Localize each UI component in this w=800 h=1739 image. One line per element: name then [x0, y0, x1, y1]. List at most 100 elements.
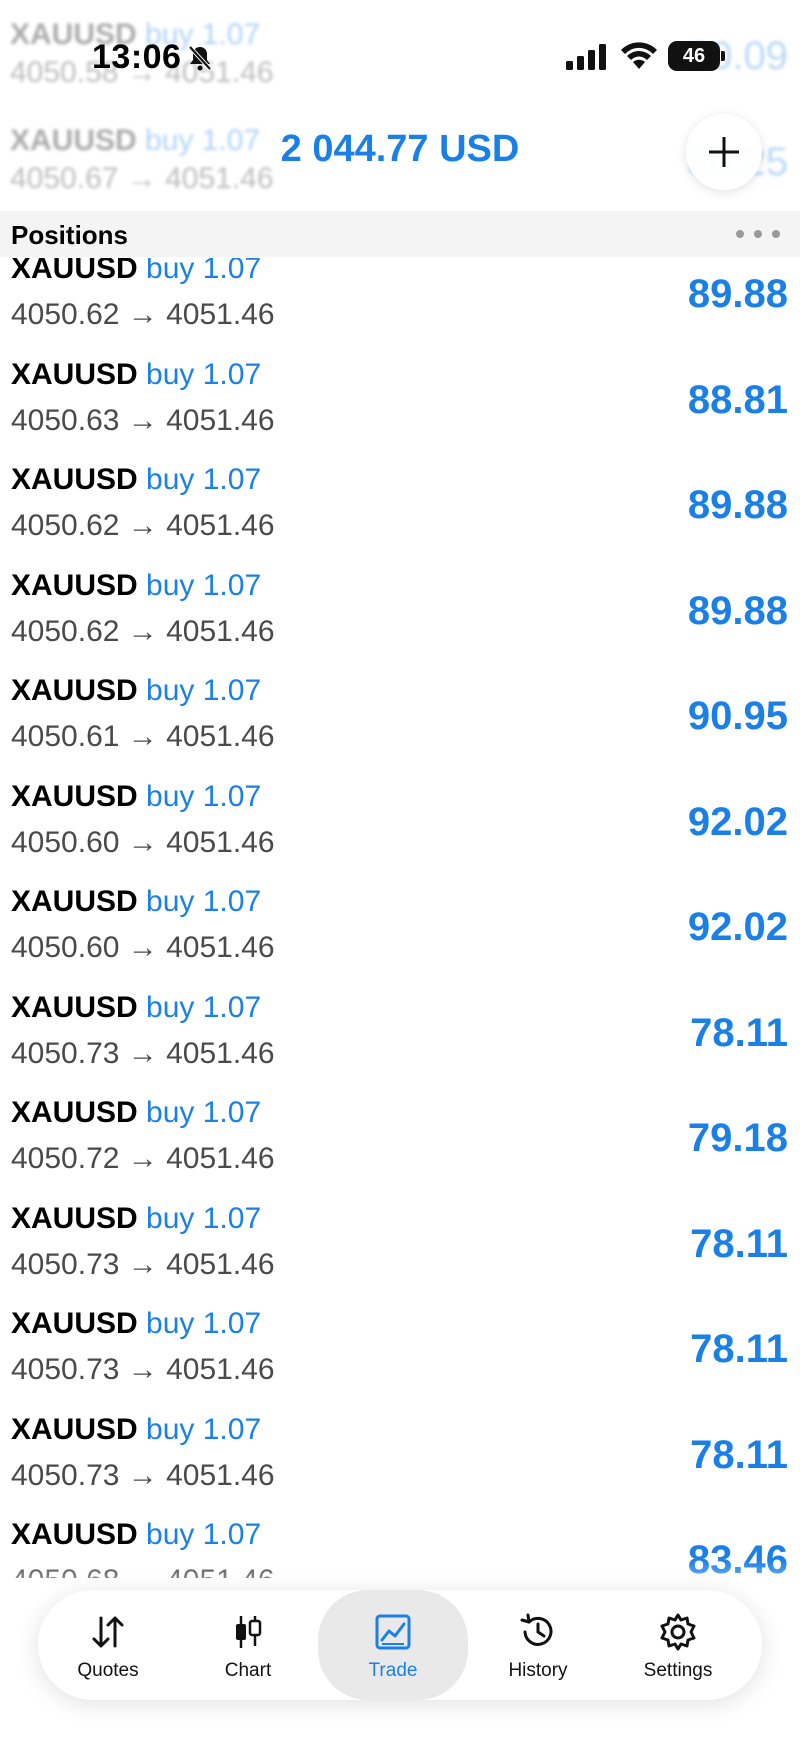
- tab-label: Trade: [368, 1660, 418, 1681]
- position-prices: 4050.73 → 4051.46: [11, 1458, 275, 1492]
- position-side: buy 1.07: [146, 1518, 262, 1551]
- position-symbol: XAUUSD: [11, 1412, 138, 1446]
- position-prices: 4050.61 → 4051.46: [11, 720, 275, 753]
- position-row[interactable]: XAUUSD buy 1.07 4050.73 → 4051.46 78.11: [0, 1188, 800, 1294]
- position-profit: 90.95: [687, 694, 788, 738]
- position-symbol: XAUUSD: [11, 568, 138, 602]
- position-symbol: XAUUSD: [11, 1518, 138, 1551]
- trade-icon: [375, 1614, 411, 1650]
- battery-cap: [721, 51, 725, 61]
- position-profit: 89.88: [687, 483, 788, 527]
- more-dot-icon: [754, 230, 762, 238]
- position-symbol: XAUUSD: [11, 674, 138, 707]
- position-side: buy 1.07: [146, 258, 262, 285]
- position-prices: 4050.60 → 4051.46: [11, 931, 275, 964]
- position-row[interactable]: XAUUSD buy 1.07 4050.63 → 4051.46 88.81: [0, 344, 800, 450]
- tab-label: Chart: [224, 1660, 272, 1681]
- position-prices: 4050.62 → 4051.46: [11, 298, 275, 331]
- position-title: XAUUSD buy 1.07: [11, 991, 261, 1025]
- position-title: XAUUSD buy 1.07: [11, 569, 261, 603]
- tab-bar: Quotes Chart Trade History Settings: [38, 1590, 762, 1700]
- tab-settings[interactable]: Settings: [608, 1590, 748, 1700]
- cellular-signal-icon: [566, 44, 606, 70]
- new-order-button[interactable]: [686, 114, 762, 190]
- bell-muted-icon: [188, 45, 212, 71]
- positions-list[interactable]: XAUUSD buy 1.07 4050.62 → 4051.46 89.88 XAU…: [0, 258, 800, 1578]
- plus-icon: [709, 137, 739, 167]
- position-title: XAUUSD buy 1.07: [11, 1518, 261, 1552]
- tab-history[interactable]: History: [468, 1590, 608, 1700]
- position-profit: 92.02: [687, 799, 788, 844]
- position-profit: 89.88: [687, 588, 788, 633]
- position-row[interactable]: XAUUSD buy 1.07 4050.62 → 4051.46 89.88: [0, 449, 800, 555]
- position-side: buy 1.07: [146, 1307, 262, 1340]
- position-profit: 88.81: [687, 377, 788, 422]
- position-side: buy 1.07: [146, 674, 262, 707]
- position-prices: 4050.72 → 4051.46: [11, 1142, 275, 1175]
- position-prices: 4050.73 → 4051.46: [11, 1353, 275, 1386]
- positions-header: Positions: [0, 211, 800, 257]
- position-row[interactable]: XAUUSD buy 1.07 4050.61 → 4051.46 90.95: [0, 660, 800, 766]
- position-profit: 78.11: [690, 1432, 788, 1477]
- position-symbol: XAUUSD: [11, 357, 138, 391]
- quotes-icon: [92, 1616, 124, 1648]
- position-title: XAUUSD buy 1.07: [11, 358, 261, 392]
- more-options-button[interactable]: [736, 221, 780, 247]
- battery-indicator: 46: [668, 41, 720, 71]
- position-title: XAUUSD buy 1.07: [11, 258, 261, 286]
- account-balance: 2 044.77 USD: [280, 128, 520, 170]
- position-symbol: XAUUSD: [11, 885, 138, 918]
- position-side: buy 1.07: [146, 1201, 262, 1235]
- position-profit: 79.18: [687, 1116, 788, 1160]
- position-prices: 4050.73 → 4051.46: [11, 1036, 275, 1070]
- position-row[interactable]: XAUUSD buy 1.07 4050.62 → 4051.46 89.88: [0, 555, 800, 661]
- section-title: Positions: [11, 220, 129, 250]
- tab-quotes[interactable]: Quotes: [38, 1590, 178, 1700]
- history-icon: [520, 1613, 553, 1646]
- position-prices: 4050.62 → 4051.46: [11, 614, 275, 648]
- position-symbol: XAUUSD: [11, 1307, 138, 1340]
- tab-chart[interactable]: Chart: [178, 1590, 318, 1700]
- position-row[interactable]: XAUUSD buy 1.07 4050.60 → 4051.46 92.02: [0, 871, 800, 977]
- position-prices: 4050.62 → 4051.46: [11, 509, 275, 542]
- position-symbol: XAUUSD: [11, 258, 138, 285]
- more-dot-icon: [736, 230, 744, 238]
- position-side: buy 1.07: [146, 463, 262, 496]
- position-prices: 4050.73 → 4051.46: [11, 1247, 275, 1281]
- position-profit: 92.02: [687, 905, 788, 949]
- position-title: XAUUSD buy 1.07: [11, 1202, 261, 1236]
- position-prices: 4050.60 → 4051.46: [11, 825, 275, 859]
- position-side: buy 1.07: [146, 568, 262, 602]
- position-row[interactable]: XAUUSD buy 1.07 4050.60 → 4051.46 92.02: [0, 766, 800, 872]
- position-symbol: XAUUSD: [11, 779, 138, 813]
- position-prices: 4050.63 → 4051.46: [11, 403, 275, 437]
- tab-label: Settings: [643, 1660, 713, 1681]
- position-side: buy 1.07: [146, 779, 262, 813]
- position-symbol: XAUUSD: [11, 990, 138, 1024]
- position-title: XAUUSD buy 1.07: [11, 463, 261, 497]
- tab-label: History: [508, 1660, 568, 1681]
- position-row[interactable]: XAUUSD buy 1.07 4050.62 → 4051.46 89.88: [0, 258, 800, 344]
- position-row[interactable]: XAUUSD buy 1.07 4050.73 → 4051.46 78.11: [0, 977, 800, 1083]
- status-time: 13:06: [92, 38, 182, 76]
- status-bar: 13:06 46: [0, 0, 800, 110]
- position-row[interactable]: XAUUSD buy 1.07 4050.72 → 4051.46 79.18: [0, 1082, 800, 1188]
- position-side: buy 1.07: [146, 885, 262, 918]
- more-dot-icon: [772, 230, 780, 238]
- position-symbol: XAUUSD: [11, 1096, 138, 1129]
- tab-label: Quotes: [77, 1660, 139, 1681]
- position-row[interactable]: XAUUSD buy 1.07 4050.73 → 4051.46 78.11: [0, 1293, 800, 1399]
- position-side: buy 1.07: [146, 357, 262, 391]
- position-profit: 89.88: [687, 272, 788, 316]
- position-profit: 78.11: [690, 1221, 788, 1266]
- position-profit: 78.11: [690, 1010, 788, 1055]
- position-side: buy 1.07: [146, 1096, 262, 1129]
- position-symbol: XAUUSD: [11, 1201, 138, 1235]
- tab-trade[interactable]: Trade: [318, 1590, 468, 1700]
- chart-icon: [236, 1616, 262, 1648]
- position-title: XAUUSD buy 1.07: [11, 1307, 261, 1341]
- position-symbol: XAUUSD: [11, 463, 138, 496]
- position-profit: 78.11: [690, 1327, 788, 1371]
- position-side: buy 1.07: [146, 990, 262, 1024]
- position-row[interactable]: XAUUSD buy 1.07 4050.73 → 4051.46 78.11: [0, 1399, 800, 1505]
